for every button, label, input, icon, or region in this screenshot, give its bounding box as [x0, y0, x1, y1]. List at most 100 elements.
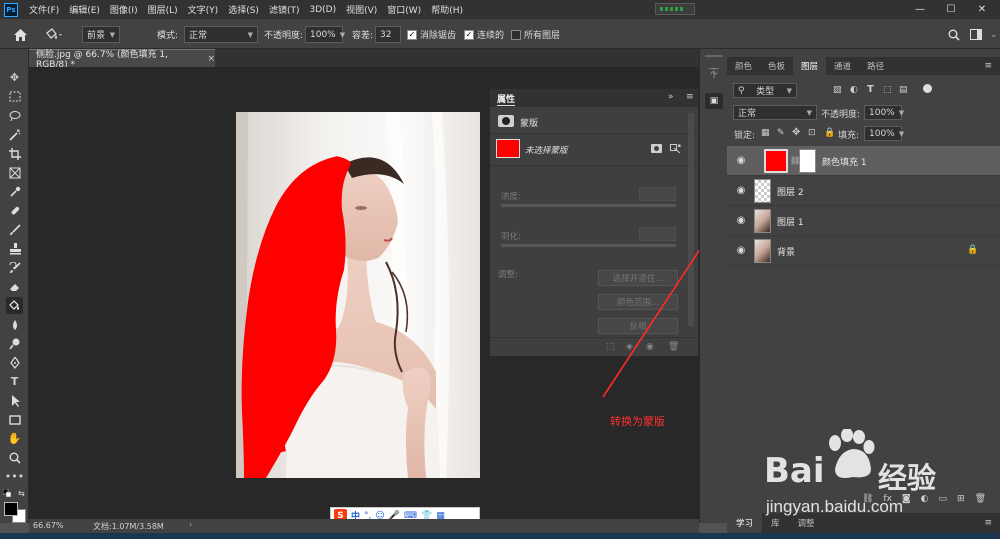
- collapse-icon[interactable]: »: [668, 92, 674, 102]
- lock-transparent-icon[interactable]: ▦: [761, 128, 770, 138]
- hand-tool-icon[interactable]: ✋: [6, 430, 23, 447]
- lock-artboard-icon[interactable]: ⊡: [808, 128, 816, 138]
- antialias-checkbox[interactable]: ✓ 消除锯齿: [407, 26, 456, 43]
- layer-opacity-input[interactable]: 100% ▼: [864, 105, 904, 120]
- eye-icon[interactable]: ◉: [735, 245, 747, 257]
- scrollbar[interactable]: [688, 113, 694, 326]
- properties-tab[interactable]: 属性: [497, 92, 516, 106]
- density-slider[interactable]: [501, 204, 676, 207]
- workspace-icon[interactable]: [970, 26, 984, 43]
- contiguous-checkbox[interactable]: ✓ 连续的: [464, 26, 504, 43]
- layer-row-layer-1[interactable]: ◉ 图层 1: [727, 206, 1000, 236]
- layer-name[interactable]: 颜色填充 1: [822, 155, 867, 168]
- maximize-button[interactable]: ☐: [936, 0, 966, 19]
- brush-tool-icon[interactable]: [6, 221, 23, 238]
- menu-edit[interactable]: 编辑(E): [64, 3, 105, 16]
- minimize-button[interactable]: —: [905, 0, 935, 19]
- more-tools-icon[interactable]: •••: [5, 468, 24, 485]
- layer-name[interactable]: 图层 2: [777, 185, 804, 198]
- density-input[interactable]: [639, 187, 676, 201]
- path-selection-tool-icon[interactable]: [6, 392, 23, 409]
- panel-menu-icon[interactable]: ≡: [984, 57, 1000, 75]
- fill-source-select[interactable]: 前景 ▼: [82, 26, 120, 43]
- tolerance-input[interactable]: 32: [375, 26, 401, 43]
- chevron-right-icon[interactable]: ›: [189, 520, 192, 529]
- menu-help[interactable]: 帮助(H): [426, 3, 468, 16]
- home-icon[interactable]: [10, 26, 30, 43]
- mode-select[interactable]: 正常 ▼: [184, 26, 258, 43]
- paint-bucket-preset-icon[interactable]: [44, 26, 68, 43]
- default-colors-icon[interactable]: [2, 488, 12, 498]
- load-selection-icon[interactable]: ⬚: [606, 342, 615, 352]
- filter-type-icon[interactable]: T: [867, 84, 874, 95]
- layer-row-color-fill[interactable]: ◉ ⛓ 颜色填充 1: [727, 146, 1000, 176]
- lock-position-icon[interactable]: ✥: [792, 127, 800, 138]
- grip-icon[interactable]: [705, 55, 723, 57]
- lock-icon[interactable]: 🔒: [967, 245, 978, 255]
- properties-panel-icon[interactable]: ▣: [705, 93, 723, 109]
- color-range-button[interactable]: 颜色范围...: [598, 294, 678, 310]
- marquee-tool-icon[interactable]: [6, 88, 23, 105]
- zoom-level[interactable]: 66.67%: [33, 521, 64, 530]
- clone-stamp-tool-icon[interactable]: [6, 240, 23, 257]
- filter-shape-icon[interactable]: ⬚: [883, 85, 892, 95]
- tab-layers[interactable]: 图层: [793, 57, 827, 75]
- filter-kind-select[interactable]: ⚲ 类型 ▼: [733, 83, 797, 98]
- history-brush-tool-icon[interactable]: [6, 259, 23, 276]
- eye-icon[interactable]: ◉: [735, 215, 747, 227]
- menu-filter[interactable]: 滤镜(T): [264, 3, 305, 16]
- zoom-tool-icon[interactable]: [6, 449, 23, 466]
- frame-tool-icon[interactable]: [6, 164, 23, 181]
- lock-all-icon[interactable]: 🔒: [824, 128, 835, 138]
- healing-brush-tool-icon[interactable]: [6, 202, 23, 219]
- type-tool-icon[interactable]: T: [6, 373, 23, 390]
- move-tool-icon[interactable]: ✥: [6, 69, 23, 86]
- eyedropper-tool-icon[interactable]: [6, 183, 23, 200]
- tab-channels[interactable]: 通道: [826, 57, 859, 75]
- fill-color-thumbnail[interactable]: [496, 139, 520, 158]
- visibility-icon[interactable]: ◉: [646, 342, 654, 352]
- eraser-tool-icon[interactable]: [6, 278, 23, 295]
- feather-slider[interactable]: [501, 244, 676, 247]
- lock-pixels-icon[interactable]: ✎: [777, 128, 785, 138]
- lasso-tool-icon[interactable]: [6, 107, 23, 124]
- layer-thumbnail[interactable]: [754, 209, 771, 233]
- chevron-down-icon[interactable]: ⌄: [990, 26, 998, 43]
- history-panel-icon[interactable]: ⏇: [706, 65, 722, 80]
- paint-bucket-tool-icon[interactable]: [6, 297, 23, 314]
- eye-icon[interactable]: ◉: [735, 155, 747, 167]
- search-icon[interactable]: [948, 26, 962, 43]
- eye-icon[interactable]: ◉: [735, 185, 747, 197]
- menu-select[interactable]: 选择(S): [223, 3, 264, 16]
- pen-tool-icon[interactable]: [6, 354, 23, 371]
- document-canvas-image[interactable]: [236, 112, 480, 478]
- layer-row-background[interactable]: ◉ 背景 🔒: [727, 236, 1000, 266]
- blend-mode-select[interactable]: 正常 ▼: [733, 105, 817, 120]
- feather-input[interactable]: [639, 227, 676, 241]
- layer-name[interactable]: 图层 1: [777, 215, 804, 228]
- layer-name[interactable]: 背景: [777, 245, 795, 258]
- dodge-tool-icon[interactable]: [6, 335, 23, 352]
- document-tab[interactable]: 侧脸.jpg @ 66.7% (颜色填充 1, RGB/8) * ×: [29, 49, 215, 70]
- apply-mask-icon[interactable]: ◈: [626, 342, 633, 352]
- menu-3d[interactable]: 3D(D): [304, 5, 341, 15]
- add-vector-mask-icon[interactable]: [670, 144, 681, 154]
- filter-pixel-icon[interactable]: ▨: [833, 85, 842, 95]
- filter-smart-object-icon[interactable]: ▤: [899, 85, 908, 95]
- menu-layer[interactable]: 图层(L): [143, 3, 183, 16]
- tab-paths[interactable]: 路径: [859, 57, 892, 75]
- tab-swatches[interactable]: 色板: [760, 57, 793, 75]
- opacity-input[interactable]: 100% ▼: [305, 26, 345, 43]
- add-pixel-mask-icon[interactable]: [651, 144, 662, 153]
- fill-layer-thumbnail[interactable]: [764, 149, 788, 173]
- filter-toggle-icon[interactable]: [923, 84, 932, 93]
- blur-tool-icon[interactable]: [6, 316, 23, 333]
- crop-tool-icon[interactable]: [6, 145, 23, 162]
- close-tab-icon[interactable]: ×: [207, 54, 215, 64]
- all-layers-checkbox[interactable]: 所有图层: [511, 26, 560, 43]
- photoshop-logo-icon[interactable]: Ps: [4, 2, 18, 17]
- magic-wand-tool-icon[interactable]: [6, 126, 23, 143]
- menu-file[interactable]: 文件(F): [24, 3, 64, 16]
- rectangle-tool-icon[interactable]: [6, 411, 23, 428]
- invert-button[interactable]: 反相: [598, 318, 678, 334]
